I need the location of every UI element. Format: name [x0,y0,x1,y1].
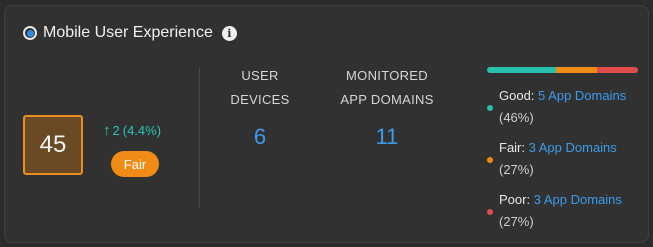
metric-label-line1: USER [241,68,279,83]
score-delta: ↑ 2 (4.4%) [103,122,161,139]
metric-label-line1: MONITORED [346,68,428,83]
delta-value: 2 [112,123,120,138]
legend-label: Poor: [499,192,531,207]
fair-app-domains-link[interactable]: 3 App Domains [529,140,617,155]
experience-score: 45 [23,115,83,175]
monitored-app-domains-metric: MONITORED APP DOMAINS 11 [329,64,445,150]
mobile-user-experience-card: Mobile User Experience i 45 ↑ 2 (4.4%) F… [4,5,649,243]
card-title: Mobile User Experience [43,24,213,41]
good-app-domains-link[interactable]: 5 App Domains [538,88,626,103]
info-icon[interactable]: i [221,25,237,41]
user-devices-metric: USER DEVICES 6 [223,64,297,150]
arrow-up-icon: ↑ [103,122,111,139]
bar-segment-fair [556,67,598,73]
radio-selected-dot [26,29,34,37]
legend-label: Fair: [499,140,525,155]
legend-percent: (27%) [499,214,534,229]
card-header: Mobile User Experience i [23,24,237,42]
legend-dot-icon [487,209,493,215]
metric-label-line2: DEVICES [230,92,290,107]
legend-label: Good: [499,88,535,103]
legend-dot-icon [487,157,493,163]
legend-dot-icon [487,105,493,111]
rating-badge: Fair [111,151,159,177]
widget-select-radio[interactable] [23,26,37,40]
delta-percent: (4.4%) [122,123,162,138]
bar-segment-good [487,67,557,73]
distribution-bar [487,67,638,73]
user-devices-value[interactable]: 6 [223,124,297,150]
poor-app-domains-link[interactable]: 3 App Domains [534,192,622,207]
legend-percent: (46%) [499,110,534,125]
vertical-divider [199,68,200,208]
legend-percent: (27%) [499,162,534,177]
monitored-app-domains-value[interactable]: 11 [329,124,445,150]
bar-segment-poor [597,67,638,73]
metric-label-line2: APP DOMAINS [340,92,434,107]
